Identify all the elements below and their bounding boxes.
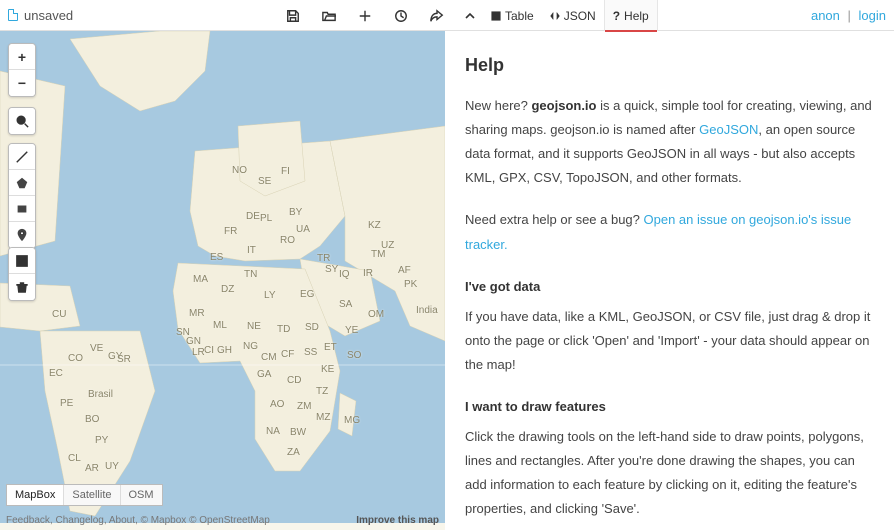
zoom-in-button[interactable]: + [9,44,35,70]
tab-help[interactable]: ? Help [604,0,658,31]
polygon-icon [15,176,29,190]
line-icon [15,150,29,164]
tab-table-label: Table [505,9,534,23]
minus-icon: − [18,75,26,91]
draw-marker-button[interactable] [9,222,35,248]
attribution-changelog[interactable]: Changelog [55,515,103,526]
share-arrow-icon [430,9,444,23]
draw-polygon-button[interactable] [9,170,35,196]
edit-icon [15,254,29,268]
help-title: Help [465,49,874,82]
attribution-feedback[interactable]: Feedback [6,515,50,526]
tab-json-label: JSON [564,9,596,23]
attribution-mapbox: © Mapbox [141,515,187,526]
filename: unsaved [24,8,73,23]
help-got-data-body: If you have data, like a KML, GeoJSON, o… [465,305,874,377]
delete-features-button[interactable] [9,274,35,300]
basemap-mapbox[interactable]: MapBox [7,485,64,505]
map-attribution: Feedback, Changelog, About, © Mapbox © O… [6,515,439,526]
tab-json[interactable]: JSON [542,0,604,31]
open-button[interactable] [311,0,347,31]
draw-tools [8,143,36,249]
file-icon [8,9,18,21]
panel-tabs: Table JSON ? Help [457,0,658,31]
code-icon [550,11,560,21]
geojson-link[interactable]: GeoJSON [699,122,758,137]
table-icon [491,11,501,21]
trash-icon [15,280,29,294]
attribution-about[interactable]: About [109,515,135,526]
anon-link[interactable]: anon [811,8,840,23]
question-icon: ? [613,9,620,23]
topbar: unsaved Table JSON ? [0,0,894,31]
collapse-tab-button[interactable] [457,0,483,31]
help-got-data-title: I've got data [465,275,874,299]
world-map-svg [0,31,445,530]
tab-help-label: Help [624,9,649,23]
auth-links: anon | login [811,8,886,23]
new-button[interactable] [347,0,383,31]
zoom-out-button[interactable]: − [9,70,35,96]
tab-table[interactable]: Table [483,0,542,31]
draw-rectangle-button[interactable] [9,196,35,222]
search-icon [15,114,29,128]
help-draw-body: Click the drawing tools on the left-hand… [465,425,874,521]
share-button[interactable] [419,0,455,31]
plus-icon [358,9,372,23]
main: BrasilIndiaNOSEFIPLUAROITESTRIRKZUZTMAFP… [0,31,894,530]
open-folder-icon [322,9,336,23]
auth-separator: | [848,8,851,23]
map-pane[interactable]: BrasilIndiaNOSEFIPLUAROITESTRIRKZUZTMAFP… [0,31,445,530]
attribution-improve[interactable]: Improve this map [356,515,439,526]
map-canvas[interactable] [0,31,445,530]
edit-tools [8,247,36,301]
basemap-satellite[interactable]: Satellite [64,485,120,505]
help-intro-bold: geojson.io [531,98,596,113]
meta-button[interactable] [383,0,419,31]
help-bug: Need extra help or see a bug? Open an is… [465,208,874,256]
map-search-control [8,107,36,135]
login-link[interactable]: login [859,8,886,23]
help-intro-prefix: New here? [465,98,531,113]
file-toolbar [275,0,455,31]
rectangle-icon [15,202,29,216]
save-icon [286,9,300,23]
help-draw-title: I want to draw features [465,395,874,419]
basemap-osm[interactable]: OSM [121,485,162,505]
help-pane[interactable]: Help New here? geojson.io is a quick, si… [445,31,894,530]
attribution-osm: © OpenStreetMap [189,515,270,526]
caret-up-icon [465,11,475,21]
zoom-control: + − [8,43,36,97]
plus-icon: + [18,49,26,65]
basemap-switcher: MapBox Satellite OSM [6,484,163,506]
marker-icon [15,228,29,242]
save-button[interactable] [275,0,311,31]
map-search-button[interactable] [9,108,35,134]
clock-icon [394,9,408,23]
help-bug-prefix: Need extra help or see a bug? [465,212,644,227]
file-info: unsaved [8,8,73,23]
edit-features-button[interactable] [9,248,35,274]
help-intro: New here? geojson.io is a quick, simple … [465,94,874,190]
draw-line-button[interactable] [9,144,35,170]
